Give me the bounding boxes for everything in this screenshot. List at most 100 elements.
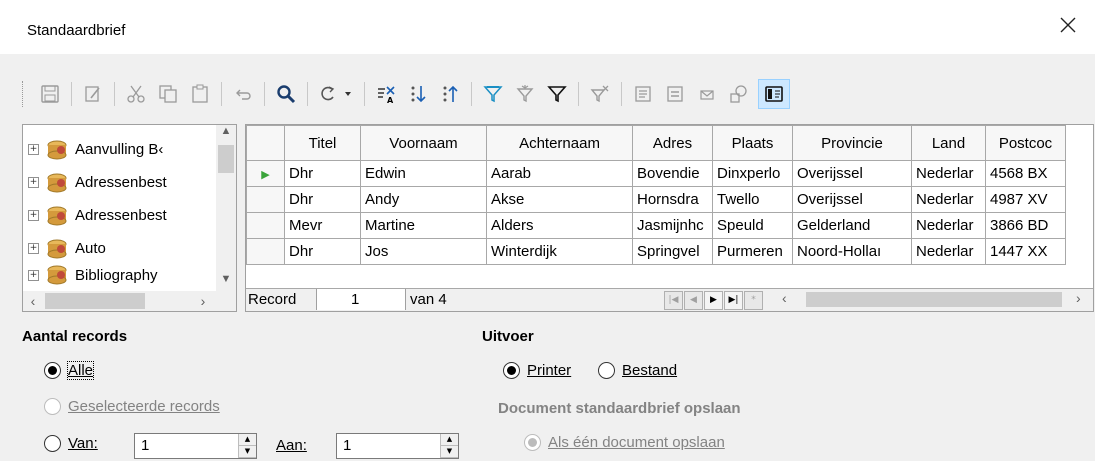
- table-row[interactable]: Dhr Jos Winterdijk Springvel Purmeren No…: [246, 238, 1066, 265]
- table-cell[interactable]: Noord-Hollaı: [792, 238, 912, 265]
- column-header[interactable]: Plaats: [712, 125, 793, 161]
- tree-vertical-scrollbar[interactable]: ▲ ▼: [216, 125, 236, 291]
- expand-icon[interactable]: +: [28, 210, 39, 221]
- table-row[interactable]: Mevr Martine Alders Jasmijnhc Speuld Gel…: [246, 212, 1066, 239]
- scroll-down-icon[interactable]: ▼: [216, 273, 236, 291]
- edit-icon[interactable]: [80, 81, 106, 107]
- output-file-radio[interactable]: [598, 362, 615, 379]
- table-cell[interactable]: Nederlar: [911, 160, 986, 187]
- column-header[interactable]: Provincie: [792, 125, 912, 161]
- refresh-icon[interactable]: [316, 81, 356, 107]
- data-source-tree[interactable]: + Aanvulling B‹ + Adressenbest + Adresse…: [22, 124, 237, 312]
- table-cell[interactable]: Jasmijnhc: [632, 212, 713, 239]
- table-cell[interactable]: 1447 XX: [985, 238, 1066, 265]
- from-record-spinner[interactable]: 1 ▲ ▼: [134, 433, 257, 459]
- tree-item[interactable]: + Bibliography: [23, 265, 208, 285]
- tree-horizontal-scrollbar[interactable]: ‹ ›: [23, 291, 236, 311]
- table-cell[interactable]: 4568 BX: [985, 160, 1066, 187]
- row-header[interactable]: [246, 186, 285, 213]
- last-record-icon[interactable]: ▶|: [724, 291, 743, 310]
- column-header[interactable]: Land: [911, 125, 986, 161]
- table-cell[interactable]: Mevr: [284, 212, 361, 239]
- table-cell[interactable]: Overijssel: [792, 186, 912, 213]
- data-source-icon[interactable]: [726, 81, 752, 107]
- table-cell[interactable]: Springvel: [632, 238, 713, 265]
- close-icon[interactable]: [1057, 14, 1079, 36]
- table-cell[interactable]: Andy: [360, 186, 487, 213]
- table-cell[interactable]: Bovendie: [632, 160, 713, 187]
- new-record-icon[interactable]: *: [744, 291, 763, 310]
- tree-item[interactable]: + Aanvulling B‹: [23, 133, 208, 166]
- spin-down-icon[interactable]: ▼: [239, 446, 256, 458]
- output-file-option[interactable]: Bestand: [598, 362, 677, 379]
- expand-icon[interactable]: +: [28, 243, 39, 254]
- scroll-left-icon[interactable]: ‹: [782, 290, 787, 306]
- expand-icon[interactable]: +: [28, 177, 39, 188]
- scroll-left-icon[interactable]: ‹: [23, 291, 43, 311]
- tree-item[interactable]: + Adressenbest: [23, 166, 208, 199]
- undo-icon[interactable]: [230, 81, 256, 107]
- column-header[interactable]: Adres: [632, 125, 713, 161]
- scroll-up-icon[interactable]: ▲: [216, 125, 236, 143]
- first-record-icon[interactable]: |◀: [664, 291, 683, 310]
- table-cell[interactable]: Overijssel: [792, 160, 912, 187]
- output-printer-option[interactable]: Printer: [503, 362, 571, 379]
- table-cell[interactable]: Winterdijk: [486, 238, 633, 265]
- explorer-icon[interactable]: [758, 79, 790, 109]
- output-printer-radio[interactable]: [503, 362, 520, 379]
- table-cell[interactable]: Hornsdra: [632, 186, 713, 213]
- column-header[interactable]: Voornaam: [360, 125, 487, 161]
- tree-item[interactable]: + Adressenbest: [23, 199, 208, 232]
- scroll-right-icon[interactable]: ›: [1076, 290, 1081, 306]
- records-all-radio[interactable]: [44, 362, 61, 379]
- to-record-spinner[interactable]: 1 ▲ ▼: [336, 433, 459, 459]
- tree-item[interactable]: + Auto: [23, 232, 208, 265]
- table-cell[interactable]: Dinxperlo: [712, 160, 793, 187]
- table-cell[interactable]: Nederlar: [911, 238, 986, 265]
- records-from-radio[interactable]: [44, 435, 61, 452]
- copy-icon[interactable]: [155, 81, 181, 107]
- table-cell[interactable]: Dhr: [284, 160, 361, 187]
- column-header[interactable]: Titel: [284, 125, 361, 161]
- table-row[interactable]: Dhr Andy Akse Hornsdra Twello Overijssel…: [246, 186, 1066, 213]
- data-to-fields-icon[interactable]: [662, 81, 688, 107]
- scroll-right-icon[interactable]: ›: [193, 291, 213, 311]
- scroll-thumb[interactable]: [45, 293, 145, 309]
- table-cell[interactable]: Akse: [486, 186, 633, 213]
- table-row[interactable]: ▶ Dhr Edwin Aarab Bovendie Dinxperlo Ove…: [246, 160, 1066, 187]
- column-header[interactable]: Achternaam: [486, 125, 633, 161]
- table-cell[interactable]: Twello: [712, 186, 793, 213]
- previous-record-icon[interactable]: ◀: [684, 291, 703, 310]
- reset-filter-icon[interactable]: [587, 81, 613, 107]
- paste-icon[interactable]: [187, 81, 213, 107]
- scroll-thumb[interactable]: [218, 145, 234, 173]
- expand-icon[interactable]: +: [28, 144, 39, 155]
- data-grid[interactable]: Titel Voornaam Achternaam Adres Plaats P…: [245, 124, 1094, 312]
- table-cell[interactable]: Nederlar: [911, 186, 986, 213]
- toolbar-grip[interactable]: [22, 81, 26, 107]
- next-record-icon[interactable]: ▶: [704, 291, 723, 310]
- spin-down-icon[interactable]: ▼: [441, 446, 458, 458]
- row-header[interactable]: [246, 238, 285, 265]
- spin-up-icon[interactable]: ▲: [441, 434, 458, 446]
- find-icon[interactable]: [273, 81, 299, 107]
- mail-merge-icon[interactable]: [694, 81, 720, 107]
- record-number-input[interactable]: 1: [316, 289, 406, 310]
- table-cell[interactable]: Gelderland: [792, 212, 912, 239]
- expand-icon[interactable]: +: [28, 269, 39, 281]
- sort-ascending-icon[interactable]: [405, 81, 431, 107]
- table-cell[interactable]: Edwin: [360, 160, 487, 187]
- records-from-option[interactable]: Van:: [44, 435, 98, 452]
- save-icon[interactable]: [37, 81, 63, 107]
- apply-filter-icon[interactable]: [480, 81, 506, 107]
- current-record-marker[interactable]: ▶: [246, 160, 285, 187]
- row-header[interactable]: [246, 212, 285, 239]
- autofilter-funnel-icon[interactable]: [512, 81, 538, 107]
- sort-descending-icon[interactable]: [437, 81, 463, 107]
- data-to-text-icon[interactable]: [630, 81, 656, 107]
- records-all-option[interactable]: Alle: [44, 361, 95, 380]
- table-cell[interactable]: Jos: [360, 238, 487, 265]
- table-cell[interactable]: Purmeren: [712, 238, 793, 265]
- table-cell[interactable]: Martine: [360, 212, 487, 239]
- table-cell[interactable]: Aarab: [486, 160, 633, 187]
